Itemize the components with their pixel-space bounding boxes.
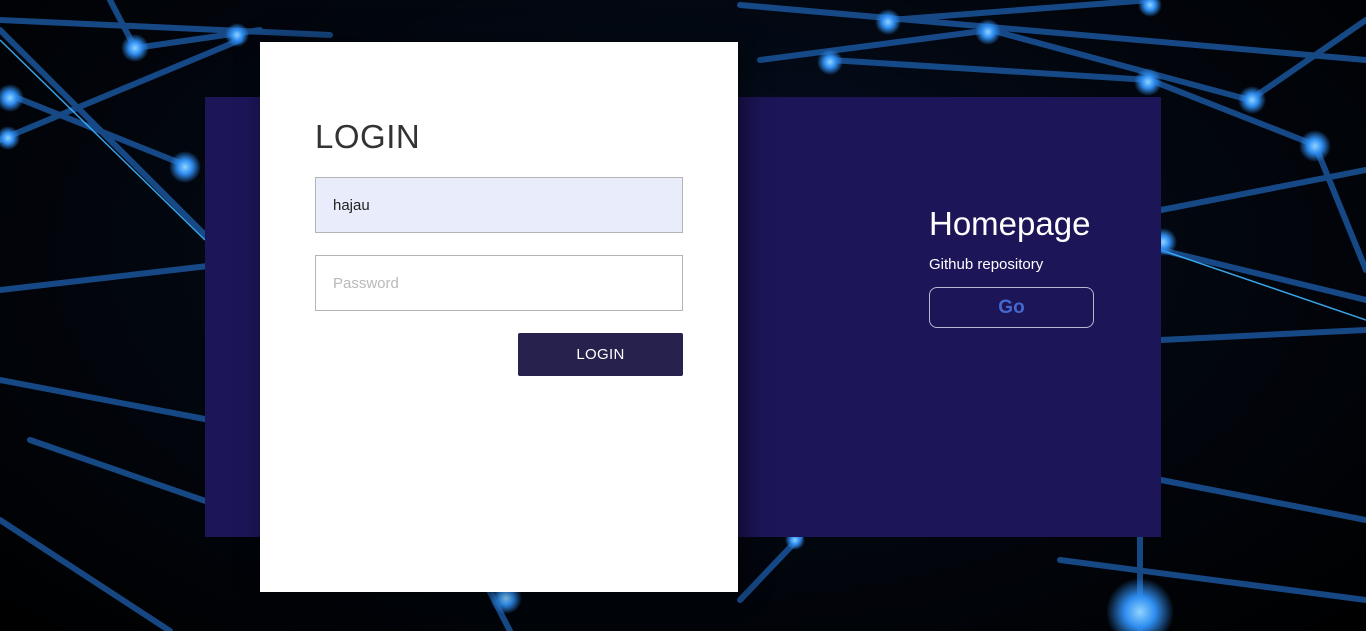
go-button[interactable]: Go	[929, 287, 1094, 328]
page-stage: LOGIN LOGIN Homepage Github repository G…	[0, 0, 1366, 631]
login-button[interactable]: LOGIN	[518, 333, 683, 376]
password-input[interactable]	[315, 255, 683, 311]
homepage-section: Homepage Github repository Go	[929, 204, 1129, 328]
login-title: LOGIN	[315, 118, 421, 155]
homepage-title: Homepage	[929, 205, 1091, 242]
homepage-subtitle: Github repository	[929, 256, 1044, 273]
username-input[interactable]	[315, 177, 683, 233]
login-card: LOGIN LOGIN	[260, 42, 738, 592]
